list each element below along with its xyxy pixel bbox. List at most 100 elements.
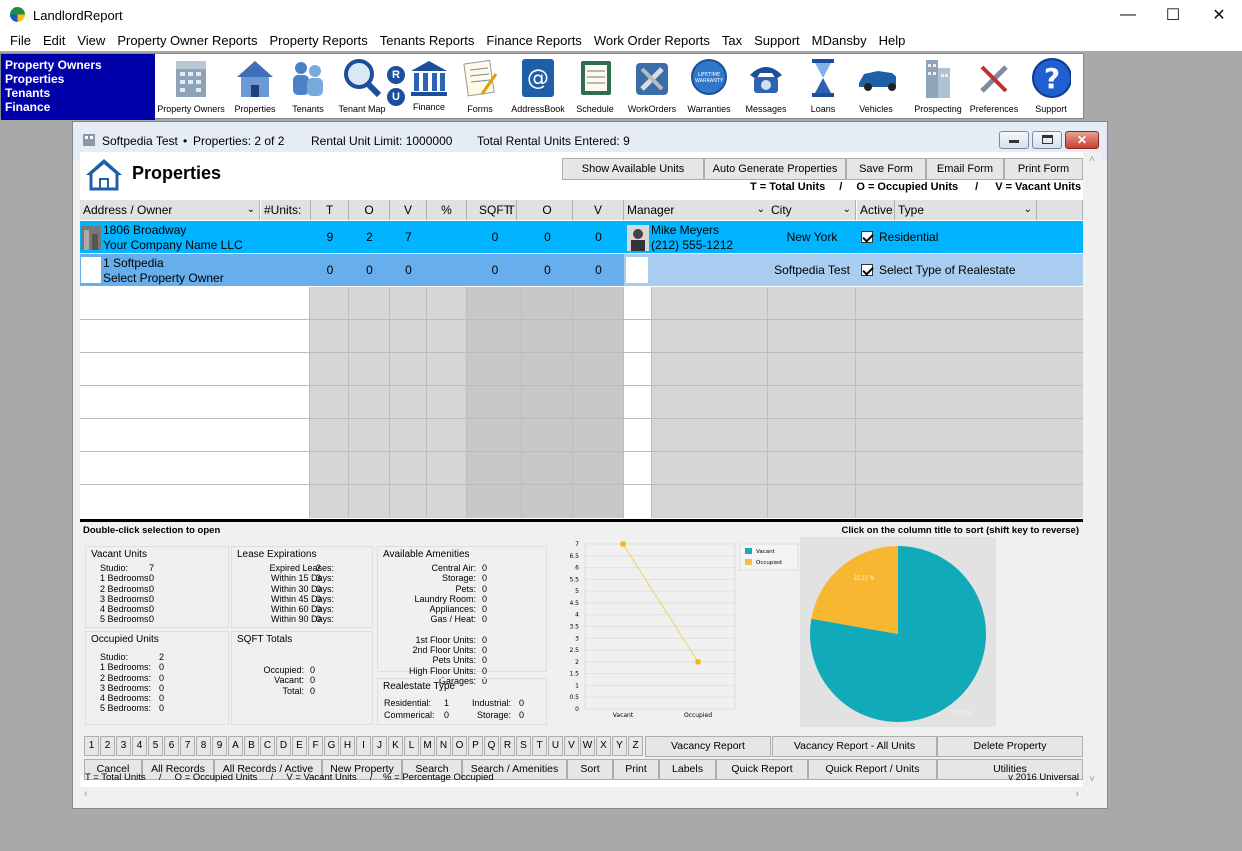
letter-button-w[interactable]: W (580, 736, 595, 756)
menu-property-owner-reports[interactable]: Property Owner Reports (111, 30, 263, 51)
print-form-button[interactable]: Print Form (1004, 158, 1083, 180)
scroll-left-icon[interactable]: ‹ (84, 788, 88, 800)
letter-button-r[interactable]: R (500, 736, 515, 756)
col-city[interactable]: City ⌄ (768, 200, 856, 220)
col-sv[interactable]: V (573, 200, 624, 220)
minimize-button[interactable]: — (1105, 0, 1151, 30)
maximize-button[interactable]: ☐ (1150, 0, 1196, 30)
letter-button-1[interactable]: 1 (84, 736, 99, 756)
sort-button[interactable]: Sort (567, 759, 613, 780)
toolbar-preferences[interactable]: Preferences (967, 56, 1021, 118)
letter-button-b[interactable]: B (244, 736, 259, 756)
letter-button-7[interactable]: 7 (180, 736, 195, 756)
nav-property-owners[interactable]: Property Owners (5, 58, 155, 72)
scroll-down-icon[interactable]: ˅ (1083, 774, 1101, 785)
scroll-up-icon[interactable]: ˄ (1083, 154, 1101, 165)
nav-properties[interactable]: Properties (5, 72, 155, 86)
child-maximize-button[interactable] (1032, 131, 1062, 149)
quick-report-button[interactable]: Quick Report (716, 759, 808, 780)
letter-button-e[interactable]: E (292, 736, 307, 756)
letter-button-t[interactable]: T (532, 736, 547, 756)
letter-button-y[interactable]: Y (612, 736, 627, 756)
letter-button-m[interactable]: M (420, 736, 435, 756)
table-row[interactable]: 1 Softpedia Select Property Owner 0 0 0 … (80, 254, 624, 286)
col-so[interactable]: O (522, 200, 573, 220)
menu-tax[interactable]: Tax (716, 30, 748, 51)
toolbar-forms[interactable]: Forms (457, 56, 503, 118)
menu-work-order-reports[interactable]: Work Order Reports (588, 30, 716, 51)
horizontal-scrollbar[interactable]: ‹ › (80, 787, 1083, 804)
scroll-right-icon[interactable]: › (1075, 788, 1079, 800)
letter-button-l[interactable]: L (404, 736, 419, 756)
toolbar-ru[interactable]: R U (387, 56, 409, 118)
letter-button-z[interactable]: Z (628, 736, 643, 756)
vacancy-report-button[interactable]: Vacancy Report (645, 736, 771, 757)
toolbar-messages[interactable]: Messages (739, 56, 793, 118)
print-button[interactable]: Print (613, 759, 659, 780)
nav-tenants[interactable]: Tenants (5, 86, 155, 100)
col-units[interactable]: #Units: (261, 200, 311, 220)
toolbar-property-owners[interactable]: Property Owners (157, 56, 225, 118)
letter-button-n[interactable]: N (436, 736, 451, 756)
delete-property-button[interactable]: Delete Property (937, 736, 1083, 757)
email-form-button[interactable]: Email Form (926, 158, 1004, 180)
menu-property-reports[interactable]: Property Reports (263, 30, 373, 51)
letter-button-9[interactable]: 9 (212, 736, 227, 756)
letter-button-f[interactable]: F (308, 736, 323, 756)
letter-button-6[interactable]: 6 (164, 736, 179, 756)
letter-button-x[interactable]: X (596, 736, 611, 756)
col-manager[interactable]: Manager ⌄ (624, 200, 770, 220)
letter-button-a[interactable]: A (228, 736, 243, 756)
col-pct[interactable]: % (427, 200, 467, 220)
letter-button-s[interactable]: S (516, 736, 531, 756)
toolbar-workorders[interactable]: WorkOrders (625, 56, 679, 118)
save-form-button[interactable]: Save Form (846, 158, 926, 180)
letter-button-2[interactable]: 2 (100, 736, 115, 756)
letter-button-h[interactable]: H (340, 736, 355, 756)
menu-support[interactable]: Support (748, 30, 806, 51)
letter-button-4[interactable]: 4 (132, 736, 147, 756)
child-minimize-button[interactable] (999, 131, 1029, 149)
auto-generate-properties-button[interactable]: Auto Generate Properties (704, 158, 846, 180)
letter-button-v[interactable]: V (564, 736, 579, 756)
row-active-checkbox[interactable] (861, 262, 879, 276)
menu-tenants-reports[interactable]: Tenants Reports (374, 30, 481, 51)
toolbar-loans[interactable]: Loans (803, 56, 843, 118)
letter-button-j[interactable]: J (372, 736, 387, 756)
letter-button-k[interactable]: K (388, 736, 403, 756)
toolbar-tenant-map[interactable]: Tenant Map (335, 56, 389, 118)
row-active-checkbox[interactable] (861, 229, 879, 243)
menu-edit[interactable]: Edit (37, 30, 71, 51)
letter-button-c[interactable]: C (260, 736, 275, 756)
menu-finance-reports[interactable]: Finance Reports (480, 30, 587, 51)
col-t[interactable]: T (311, 200, 349, 220)
col-v[interactable]: V (390, 200, 427, 220)
toolbar-finance[interactable]: Finance (409, 56, 449, 118)
letter-button-p[interactable]: P (468, 736, 483, 756)
col-st[interactable]: T (500, 200, 522, 220)
col-type[interactable]: Type ⌄ (895, 200, 1037, 220)
col-active[interactable]: Active (857, 200, 895, 220)
menu-view[interactable]: View (71, 30, 111, 51)
vacancy-report-all-button[interactable]: Vacancy Report - All Units (772, 736, 937, 757)
quick-report-units-button[interactable]: Quick Report / Units (808, 759, 937, 780)
toolbar-warranties[interactable]: LIFETIME WARRANTY Warranties (683, 56, 735, 118)
table-row[interactable]: 1806 Broadway Your Company Name LLC 9 2 … (80, 221, 1083, 253)
letter-button-g[interactable]: G (324, 736, 339, 756)
toolbar-tenants[interactable]: Tenants (287, 56, 329, 118)
nav-finance[interactable]: Finance (5, 100, 155, 114)
toolbar-schedule[interactable]: Schedule (571, 56, 619, 118)
labels-button[interactable]: Labels (659, 759, 716, 780)
menu-help[interactable]: Help (873, 30, 912, 51)
letter-button-i[interactable]: I (356, 736, 371, 756)
col-address[interactable]: Address / Owner ⌄ (80, 200, 260, 220)
toolbar-vehicles[interactable]: Vehicles (851, 56, 901, 118)
menu-user[interactable]: MDansby (806, 30, 873, 51)
toolbar-addressbook[interactable]: @ AddressBook (509, 56, 567, 118)
letter-button-3[interactable]: 3 (116, 736, 131, 756)
letter-button-u[interactable]: U (548, 736, 563, 756)
letter-button-8[interactable]: 8 (196, 736, 211, 756)
letter-button-5[interactable]: 5 (148, 736, 163, 756)
show-available-units-button[interactable]: Show Available Units (562, 158, 704, 180)
vertical-scrollbar[interactable]: ˄ ˅ (1083, 152, 1101, 787)
